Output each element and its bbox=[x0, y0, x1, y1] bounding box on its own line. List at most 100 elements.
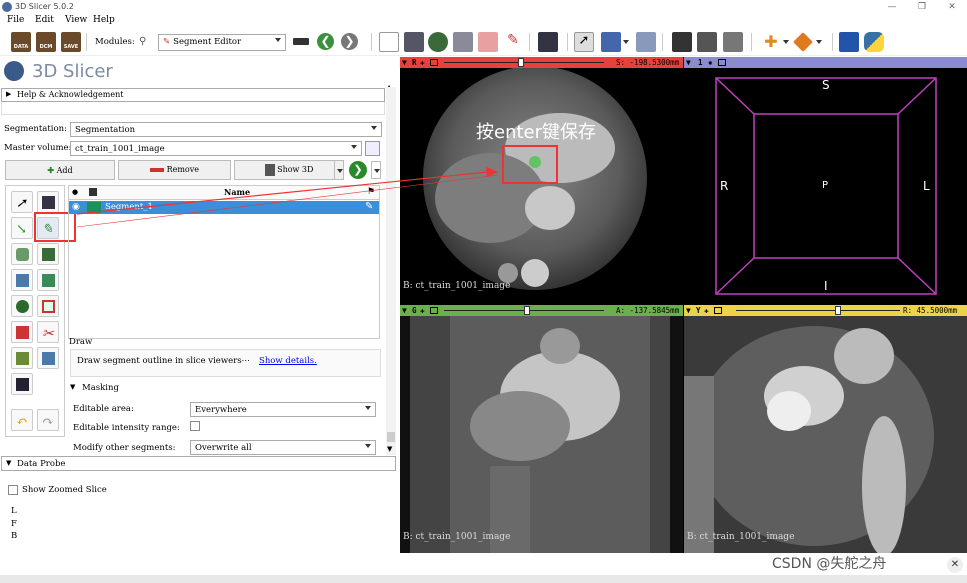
show-zoomed-checkbox[interactable] bbox=[8, 485, 18, 495]
redo-button[interactable]: ↷ bbox=[37, 409, 59, 431]
3d-view-controller[interactable]: ▼ 1 ✸ bbox=[684, 57, 967, 68]
restore-icon[interactable]: ❐ bbox=[907, 0, 937, 14]
module-history-icon[interactable] bbox=[293, 38, 309, 45]
minimize-icon[interactable]: — bbox=[877, 0, 907, 14]
yellow-slice-view[interactable]: ▼ Y ✚ R: 45.5000mm B: ct_train_1001_imag… bbox=[684, 305, 967, 553]
capture-view-icon[interactable] bbox=[697, 32, 717, 52]
forward-dropdown[interactable] bbox=[371, 161, 381, 179]
modify-segments-selector[interactable]: Overwrite all bbox=[190, 440, 376, 455]
mouse-pointer-icon[interactable]: ➚ bbox=[574, 32, 594, 52]
slice-intersection-icon[interactable] bbox=[793, 32, 813, 52]
data-probe-section[interactable]: ▼ Data Probe bbox=[1, 456, 396, 471]
chevron-down-icon[interactable] bbox=[816, 40, 822, 44]
master-volume-selector[interactable]: ct_train_1001_image bbox=[70, 141, 362, 156]
transforms-module-icon[interactable] bbox=[453, 32, 473, 52]
edit-pencil-icon[interactable]: ✎ bbox=[365, 201, 373, 212]
crosshair-icon[interactable]: ✚ bbox=[761, 32, 781, 52]
python-console-icon[interactable] bbox=[864, 32, 884, 52]
panel-scrollbar[interactable] bbox=[386, 87, 396, 455]
effect-paint-button[interactable] bbox=[37, 191, 59, 213]
link-icon[interactable]: ✚ bbox=[704, 305, 709, 316]
add-segment-button[interactable]: ✚ Add bbox=[5, 160, 115, 180]
pin-icon[interactable]: ▼ bbox=[402, 57, 407, 68]
pin-icon[interactable]: ▼ bbox=[686, 57, 691, 68]
yellow-slice-slider[interactable] bbox=[736, 306, 900, 315]
close-icon[interactable]: ✕ bbox=[937, 0, 967, 14]
link-icon[interactable]: ✚ bbox=[420, 57, 425, 68]
effect-mask-volume-button[interactable] bbox=[11, 373, 33, 395]
crosshair-mode-icon[interactable] bbox=[636, 32, 656, 52]
link-icon[interactable]: ✚ bbox=[420, 305, 425, 316]
slider-handle[interactable] bbox=[517, 58, 524, 67]
undo-button[interactable]: ↶ bbox=[11, 409, 33, 431]
effect-logical-button[interactable] bbox=[37, 347, 59, 369]
effect-level-tracing-button[interactable] bbox=[37, 243, 59, 265]
effect-smoothing-button[interactable] bbox=[11, 321, 33, 343]
extension-manager-icon[interactable] bbox=[839, 32, 859, 52]
volumes-module-icon[interactable] bbox=[404, 32, 424, 52]
effect-threshold-button[interactable] bbox=[11, 295, 33, 317]
save-button[interactable]: SAVE bbox=[61, 32, 81, 52]
menu-edit[interactable]: Edit bbox=[35, 15, 54, 25]
segment-name[interactable]: Segment_1 bbox=[105, 202, 153, 212]
intensity-range-checkbox[interactable] bbox=[190, 421, 200, 431]
load-dicom-button[interactable]: DCM bbox=[36, 32, 56, 52]
green-slice-view[interactable]: ▼ G ✚ A: -137.5845mm B: ct_train_1001_im… bbox=[400, 305, 683, 553]
load-data-button[interactable]: DATA bbox=[11, 32, 31, 52]
module-selector[interactable]: ✎ Segment Editor bbox=[158, 34, 286, 51]
back-arrow-icon[interactable]: ❮ bbox=[317, 33, 334, 50]
search-icon[interactable]: ⚲ bbox=[139, 36, 151, 47]
segmentation-selector[interactable]: Segmentation bbox=[70, 122, 382, 137]
menu-help[interactable]: Help bbox=[93, 15, 115, 25]
green-slice-controller[interactable]: ▼ G ✚ A: -137.5845mm bbox=[400, 305, 683, 316]
masking-title[interactable]: Masking bbox=[82, 383, 119, 393]
screenshot-icon[interactable] bbox=[672, 32, 692, 52]
effect-paint-brush-button[interactable]: ↘ bbox=[11, 217, 33, 239]
maximize-view-icon[interactable] bbox=[714, 307, 722, 314]
maximize-view-icon[interactable] bbox=[718, 59, 726, 66]
forward-arrow-icon[interactable]: ❯ bbox=[341, 33, 358, 50]
pin-icon[interactable]: ▼ bbox=[402, 305, 407, 316]
red-slice-controller[interactable]: ▼ R ✚ S: -198.5300mm bbox=[400, 57, 683, 68]
show-3d-dropdown[interactable] bbox=[334, 160, 344, 180]
slider-handle[interactable] bbox=[834, 306, 841, 315]
segment-color-swatch[interactable] bbox=[87, 202, 101, 213]
master-volume-settings-icon[interactable] bbox=[365, 141, 380, 156]
green-slice-slider[interactable] bbox=[444, 306, 604, 315]
segment-editor-module-icon[interactable]: ✎ bbox=[503, 32, 523, 52]
show-3d-button[interactable]: Show 3D bbox=[234, 160, 344, 180]
remove-segment-button[interactable]: Remove bbox=[118, 160, 231, 180]
effect-fill-between-button[interactable] bbox=[37, 269, 59, 291]
table-row[interactable]: ◉ Segment_1 ✎ bbox=[69, 201, 379, 214]
yellow-slice-controller[interactable]: ▼ Y ✚ R: 45.5000mm bbox=[684, 305, 967, 316]
maximize-view-icon[interactable] bbox=[430, 307, 438, 314]
red-slice-slider[interactable] bbox=[444, 58, 604, 67]
center-view-icon[interactable]: ✸ bbox=[708, 57, 713, 68]
effect-erase-button[interactable] bbox=[11, 243, 33, 265]
3d-view[interactable]: ▼ 1 ✸ S R P L I bbox=[684, 57, 967, 304]
data-module-icon[interactable] bbox=[379, 32, 399, 52]
pin-icon[interactable]: ▼ bbox=[686, 305, 691, 316]
effect-none-button[interactable]: ➚ bbox=[11, 191, 33, 213]
maximize-view-icon[interactable] bbox=[430, 59, 438, 66]
scroll-down-icon[interactable]: ▼ bbox=[387, 445, 392, 453]
effect-islands-button[interactable] bbox=[11, 347, 33, 369]
menu-file[interactable]: File bbox=[7, 15, 24, 25]
markups-module-icon[interactable] bbox=[478, 32, 498, 52]
show-3d-forward-icon[interactable]: ❯ bbox=[349, 161, 367, 179]
place-fiducial-icon[interactable] bbox=[601, 32, 621, 52]
scrollbar-thumb[interactable] bbox=[387, 432, 395, 442]
show-details-link[interactable]: Show details. bbox=[259, 356, 317, 366]
eye-icon[interactable]: ◉ bbox=[72, 202, 80, 212]
menu-view[interactable]: View bbox=[65, 15, 87, 25]
slider-handle[interactable] bbox=[524, 306, 531, 315]
effect-margin-button[interactable] bbox=[37, 295, 59, 317]
chevron-down-icon[interactable] bbox=[623, 40, 629, 44]
red-slice-view[interactable]: ▼ R ✚ S: -198.5300mm B: ct_train_1001_im… bbox=[400, 57, 683, 304]
layout-icon[interactable] bbox=[538, 32, 558, 52]
editable-area-selector[interactable]: Everywhere bbox=[190, 402, 376, 417]
capture-3d-icon[interactable] bbox=[723, 32, 743, 52]
chevron-down-icon[interactable] bbox=[783, 40, 789, 44]
models-module-icon[interactable] bbox=[428, 32, 448, 52]
effect-grow-from-seeds-button[interactable] bbox=[11, 269, 33, 291]
